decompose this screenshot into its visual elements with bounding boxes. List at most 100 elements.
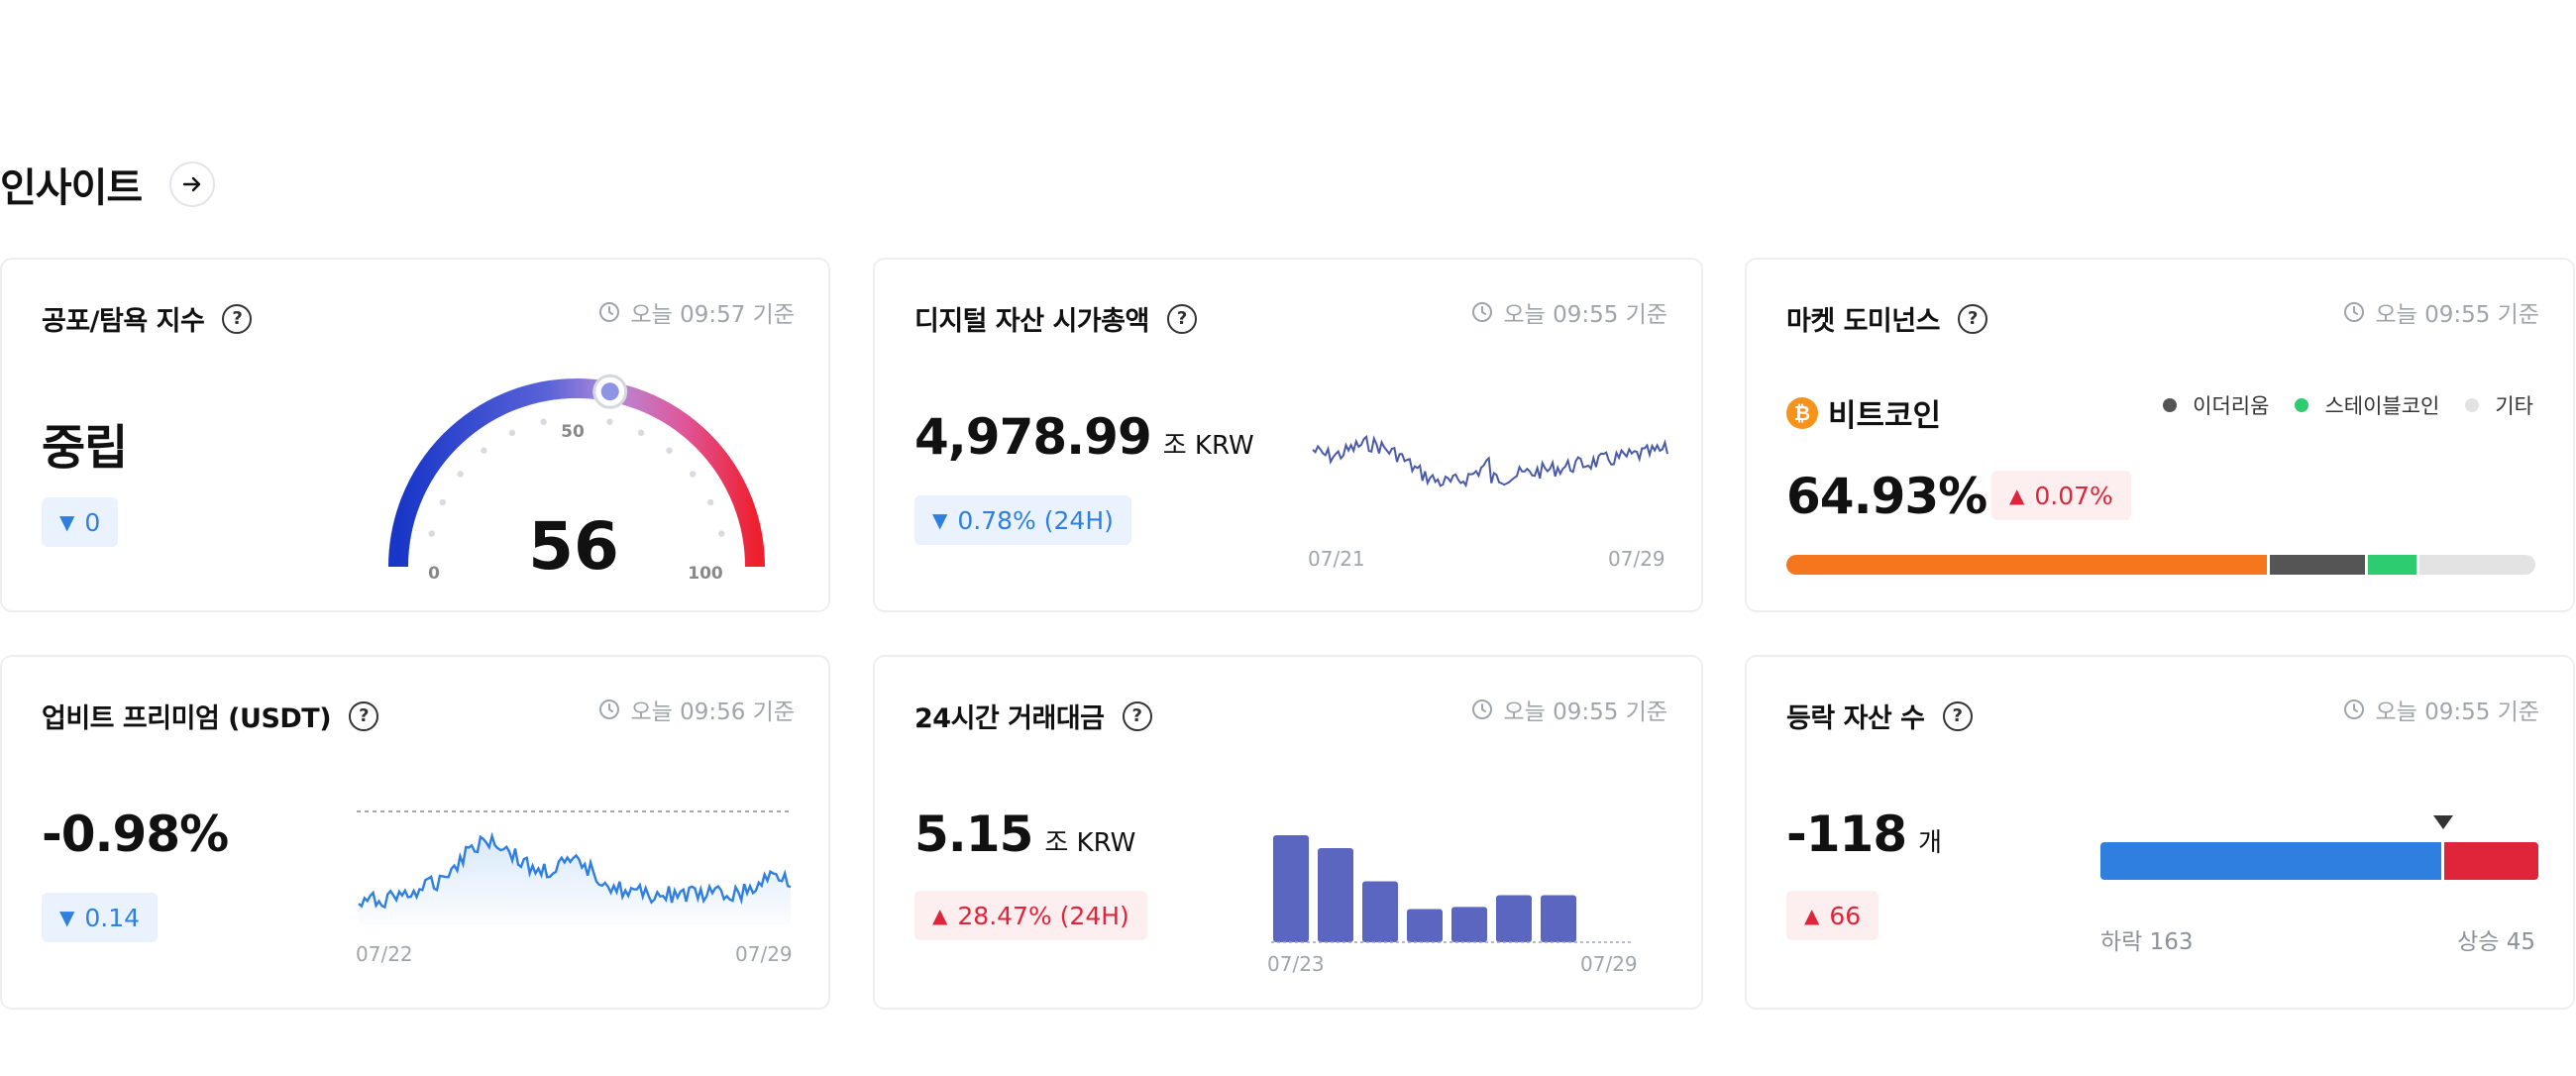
market-dominance-card[interactable]: 마켓 도미넌스 ? 오늘 09:55 기준 ₿ 비트코인 이더리움 스테이블코인 기… [1745,258,2575,612]
x-axis-end: 07/29 [1608,547,1665,571]
change-badge: ▼ 0.78% (24H) [914,495,1131,545]
timestamp: 오늘 09:56 기준 [630,699,795,725]
legend-label: 기타 [2495,394,2533,418]
gauge-knob-center [600,382,619,401]
dominance-legend: 이더리움 스테이블코인 기타 [2163,390,2533,420]
x-axis-start: 07/21 [1308,547,1365,571]
advance-label: 상승 45 [2457,929,2535,955]
change-badge: ▲ 66 [1786,891,1879,940]
help-icon[interactable]: ? [222,303,253,334]
help-icon[interactable]: ? [1942,700,1973,731]
gauge-tick [706,498,714,506]
up-triangle-icon: ▲ [932,904,948,927]
x-axis-end: 07/29 [735,942,793,966]
legend-label: 이더리움 [2193,394,2270,418]
dominance-bar [1786,555,2535,575]
card-title: 등락 자산 수 [1786,703,1925,734]
unit-label: 조 KRW [1044,828,1136,858]
decline-segment [2100,842,2442,880]
fear-greed-card[interactable]: 공포/탐욕 지수 ? 오늘 09:57 기준 중립 ▼ 0 50 0 100 5… [0,258,830,612]
insight-more-button[interactable] [169,161,216,207]
dominance-value: 64.93% [1786,468,1987,525]
change-badge: ▼ 0 [42,497,119,547]
gauge-min-label: 0 [428,564,440,584]
gauge-mid-label: 50 [561,422,585,442]
x-axis-start: 07/22 [356,942,413,966]
timestamp: 오늘 09:55 기준 [1503,699,1667,725]
clock-icon [1472,699,1493,719]
timestamp: 오늘 09:55 기준 [2375,699,2539,725]
gauge-tick [508,429,516,437]
volume-bar [1273,835,1309,942]
trading-volume-card[interactable]: 24시간 거래대금 ? 오늘 09:55 기준 5.15 조 KRW ▲ 28.4… [873,655,1703,1010]
fear-greed-gauge: 50 0 100 56 [388,374,765,585]
clock-icon [1472,302,1493,322]
volume-bar [1407,909,1443,942]
advance-decline-marker [2433,815,2454,829]
up-triangle-icon: ▲ [2009,484,2025,507]
area-fill [359,835,791,924]
sparkline-line [1312,434,1668,488]
timestamp: 오늘 09:55 기준 [1503,302,1667,328]
gauge-tick [540,418,547,425]
volume-bar [1451,907,1487,942]
change-badge: ▲ 0.07% [1991,471,2131,520]
legend-item: 스테이블코인 [2295,390,2439,420]
card-title: 24시간 거래대금 [914,703,1105,734]
dominance-segment-ethereum [2270,555,2365,575]
decline-label: 하락 163 [2100,929,2194,955]
gauge-tick [718,530,725,537]
gauge-tick [439,498,447,506]
change-badge: ▲ 28.47% (24H) [914,891,1147,940]
dominance-segment-stablecoin [2367,555,2416,575]
down-triangle-icon: ▼ [932,508,948,532]
advance-decline-value: -118 개 [1786,806,1943,863]
dominance-coin: ₿ 비트코인 [1786,390,1941,435]
advance-segment [2444,842,2538,880]
x-axis-end: 07/29 [1580,952,1638,976]
gauge-max-label: 100 [688,564,723,584]
timestamp: 오늘 09:57 기준 [630,302,795,328]
bitcoin-icon: ₿ [1786,396,1818,429]
legend-dot [2295,398,2309,412]
card-title: 디지털 자산 시가총액 [914,306,1149,337]
gauge-tick [428,530,435,537]
market-cap-value: 4,978.99 조 KRW [914,408,1254,466]
gauge-tick [690,471,697,478]
card-title: 공포/탐욕 지수 [42,306,205,337]
advance-decline-bar [2100,842,2538,880]
dominance-segment-bitcoin [1786,555,2268,575]
premium-value: -0.98% [42,806,229,863]
gauge-tick [457,471,464,478]
legend-dot [2163,398,2178,412]
market-cap-card[interactable]: 디지털 자산 시가총액 ? 오늘 09:55 기준 4,978.99 조 KRW … [873,258,1703,612]
market-cap-sparkline [1312,434,1668,488]
help-icon[interactable]: ? [1166,303,1197,334]
fear-greed-status: 중립 [42,420,128,476]
timestamp: 오늘 09:55 기준 [2375,302,2539,328]
help-icon[interactable]: ? [1122,700,1152,731]
section-title: 인사이트 [0,165,143,211]
legend-item: 기타 [2465,390,2533,420]
help-icon[interactable]: ? [349,700,379,731]
help-icon[interactable]: ? [1957,303,1987,334]
change-badge: ▼ 0.14 [42,893,159,942]
upbit-premium-card[interactable]: 업비트 프리미엄 (USDT) ? 오늘 09:56 기준 -0.98% ▼ 0… [0,655,830,1010]
card-title: 업비트 프리미엄 (USDT) [42,703,332,734]
card-title: 마켓 도미넌스 [1786,306,1940,337]
down-triangle-icon: ▼ [59,906,75,929]
volume-bar [1541,895,1576,942]
volume-bar-chart [1271,835,1632,943]
gauge-tick [481,447,487,454]
clock-icon [599,302,620,322]
clock-icon [599,699,620,719]
gauge-tick [606,418,613,425]
clock-icon [2344,302,2365,322]
clock-icon [2344,699,2365,719]
legend-dot [2465,398,2480,412]
arrow-right-icon [183,176,201,192]
unit-label: 개 [1918,828,1943,858]
down-triangle-icon: ▼ [59,510,75,534]
advance-decline-card[interactable]: 등락 자산 수 ? 오늘 09:55 기준 -118 개 ▲ 66 하락 163 … [1745,655,2575,1010]
legend-label: 스테이블코인 [2324,394,2440,418]
